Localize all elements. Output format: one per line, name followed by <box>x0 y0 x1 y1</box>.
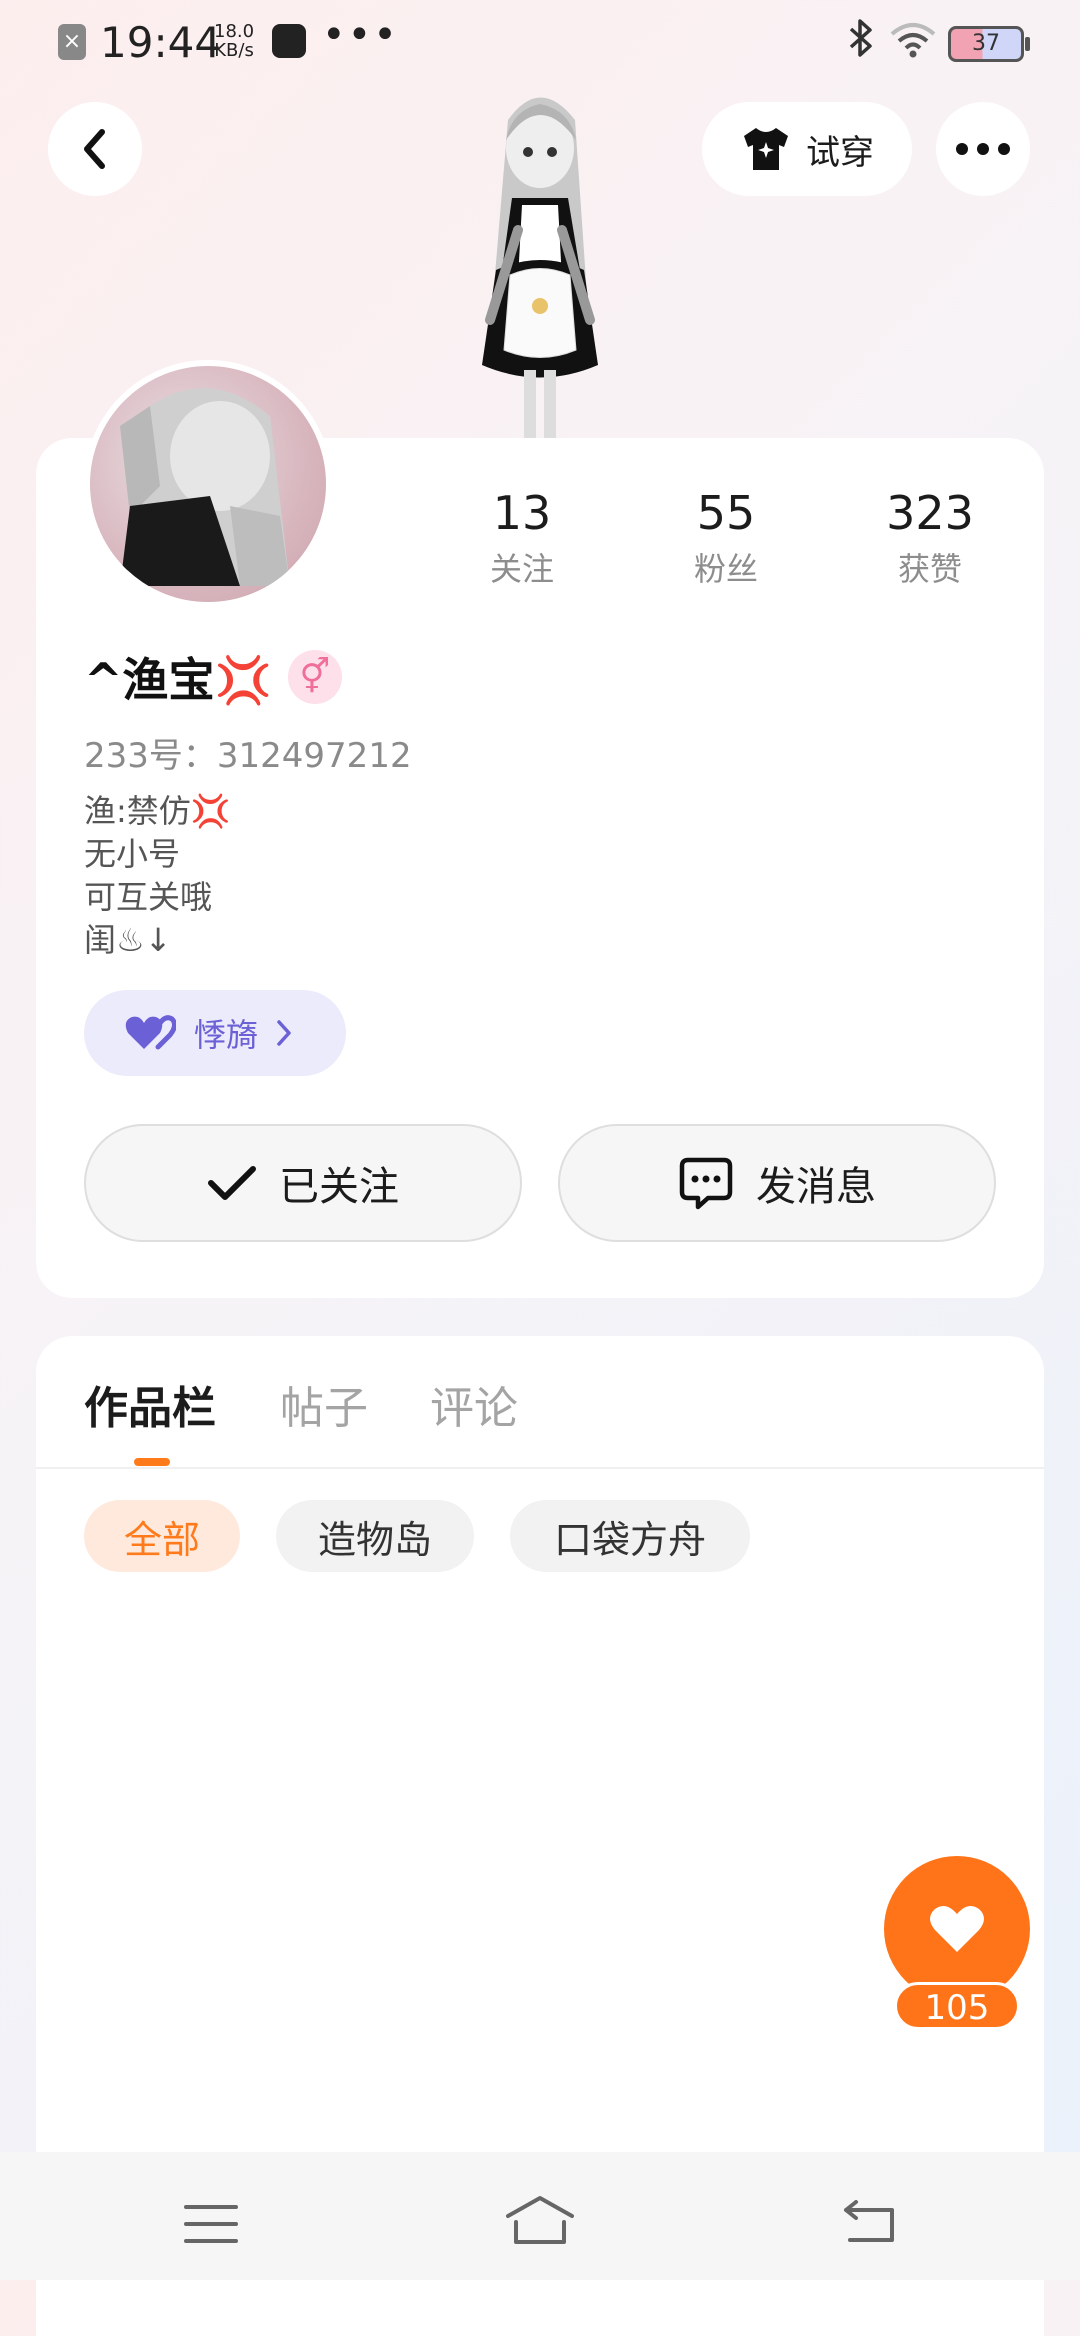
check-icon <box>208 1166 256 1200</box>
chevron-right-icon <box>277 1020 291 1046</box>
stat-following[interactable]: 13 关注 <box>442 486 602 590</box>
menu-icon[interactable] <box>184 2204 238 2244</box>
avatar[interactable] <box>84 360 332 608</box>
followed-button[interactable]: 已关注 <box>84 1124 522 1242</box>
filter-chip-all[interactable]: 全部 <box>84 1500 240 1572</box>
stat-likes-value: 323 <box>886 486 974 540</box>
stat-followers-label: 粉丝 <box>693 550 758 588</box>
send-message-label: 发消息 <box>756 1164 876 1210</box>
tshirt-icon <box>744 128 788 170</box>
battery-indicator: 37 <box>948 26 1030 62</box>
network-speed-value: 18.0 <box>214 21 255 42</box>
bio-line: 无小号 <box>84 835 181 873</box>
tab-posts[interactable]: 帖子 <box>280 1372 368 1436</box>
stat-likes-label: 获赞 <box>897 550 962 588</box>
tab-comments[interactable]: 评论 <box>430 1372 518 1436</box>
username-row: ^渔宝💢 ⚥ <box>84 644 342 710</box>
tab-active-indicator <box>134 1458 170 1466</box>
back-nav-icon[interactable] <box>842 2198 898 2244</box>
double-heart-icon <box>125 1015 176 1050</box>
filter-chip-creation-island[interactable]: 造物岛 <box>276 1500 474 1572</box>
tab-works[interactable]: 作品栏 <box>84 1372 216 1436</box>
username: ^渔宝💢 <box>84 653 272 707</box>
stat-followers-value: 55 <box>696 486 756 540</box>
more-icon <box>956 143 1010 155</box>
followed-label: 已关注 <box>279 1164 399 1210</box>
relationship-badge[interactable]: 悸旖 <box>84 990 346 1076</box>
stat-followers[interactable]: 55 粉丝 <box>646 486 806 590</box>
stat-following-value: 13 <box>492 486 552 540</box>
stat-likes[interactable]: 323 获赞 <box>850 486 1010 590</box>
stat-following-label: 关注 <box>489 550 554 588</box>
wifi-icon <box>890 22 936 68</box>
bio-line: 渔:禁仿💢 <box>84 792 231 830</box>
chevron-left-icon <box>84 129 105 169</box>
try-on-label: 试穿 <box>806 132 874 173</box>
bio-line: 可互关哦 <box>84 878 213 916</box>
system-navigation-bar <box>0 2152 1080 2280</box>
no-sim-icon: × <box>58 24 86 60</box>
gender-female-icon: ⚥ <box>287 650 342 704</box>
bio: 渔:禁仿💢 无小号 可互关哦 闺♨↓ <box>84 790 231 962</box>
like-count: 105 <box>894 1982 1020 2030</box>
chat-bubble-icon <box>679 1157 733 1210</box>
bluetooth-icon <box>848 18 874 67</box>
tabs-divider <box>36 1467 1044 1469</box>
avatar-character-figure <box>430 80 650 440</box>
shopping-bag-icon <box>272 24 306 58</box>
more-notifications-icon: ••• <box>322 12 399 58</box>
back-button[interactable] <box>48 102 142 196</box>
send-message-button[interactable]: 发消息 <box>558 1124 996 1242</box>
like-button[interactable] <box>884 1856 1030 2002</box>
filter-chip-pocket-ark[interactable]: 口袋方舟 <box>510 1500 750 1572</box>
try-on-button[interactable]: 试穿 <box>702 102 912 196</box>
user-id: 233号：312497212 <box>84 736 412 776</box>
home-icon[interactable] <box>504 2194 576 2246</box>
more-options-button[interactable] <box>936 102 1030 196</box>
status-bar: × 19:44 18.0 KB/s ••• 37 <box>0 0 1080 84</box>
badge-label: 悸旖 <box>194 1016 259 1054</box>
status-time: 19:44 <box>100 18 222 67</box>
bio-line: 闺♨↓ <box>84 921 172 959</box>
heart-icon <box>930 1905 984 1952</box>
network-speed: 18.0 KB/s <box>214 22 254 60</box>
network-speed-unit: KB/s <box>214 40 254 61</box>
